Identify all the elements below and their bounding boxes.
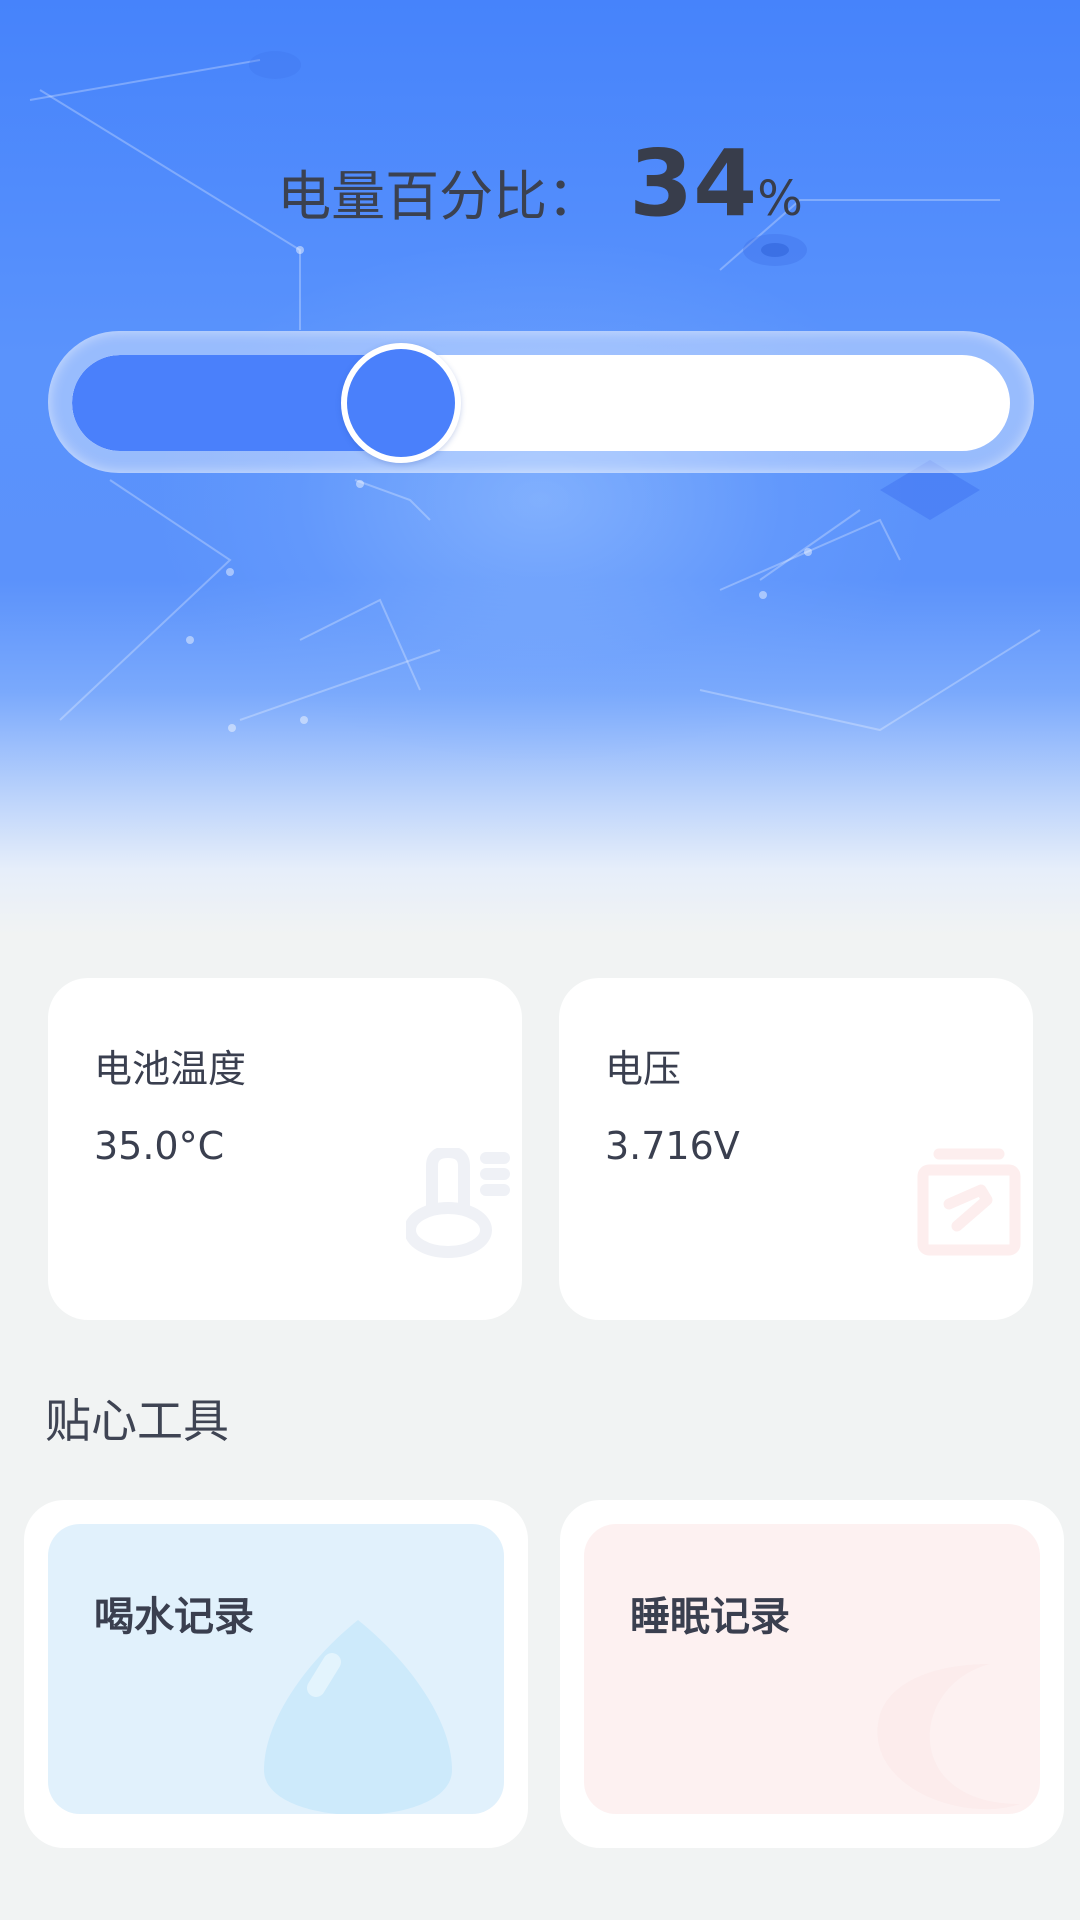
- tools-section-title: 贴心工具: [45, 1394, 229, 1448]
- battery-temperature-value: 35.0°C: [94, 1124, 225, 1168]
- water-record-card-body: 喝水记录: [48, 1524, 504, 1814]
- water-drop-icon: [264, 1620, 452, 1814]
- voltage-value: 3.716V: [605, 1124, 740, 1168]
- water-record-label: 喝水记录: [94, 1594, 254, 1640]
- battery-voltage-icon: [917, 1148, 1021, 1256]
- battery-level-knob: [340, 343, 461, 463]
- water-record-card[interactable]: 喝水记录: [24, 1500, 528, 1848]
- thermometer-icon: [406, 1148, 510, 1258]
- battery-percentage-heading: 电量百分比： 34%: [0, 130, 1080, 237]
- sleep-record-card[interactable]: 睡眠记录: [560, 1500, 1064, 1848]
- moon-icon: [877, 1664, 1020, 1810]
- sleep-record-label: 睡眠记录: [630, 1594, 790, 1640]
- voltage-title: 电压: [605, 1047, 682, 1091]
- voltage-card: 电压 3.716V: [559, 978, 1033, 1320]
- battery-percentage-value: 34: [629, 130, 758, 237]
- battery-temperature-title: 电池温度: [94, 1047, 247, 1091]
- battery-percentage-label: 电量百分比：: [277, 165, 602, 228]
- battery-percentage-unit: %: [757, 171, 803, 227]
- sleep-record-card-body: 睡眠记录: [584, 1524, 1040, 1814]
- battery-level-bar: [72, 355, 1010, 451]
- battery-temperature-card: 电池温度 35.0°C: [48, 978, 522, 1320]
